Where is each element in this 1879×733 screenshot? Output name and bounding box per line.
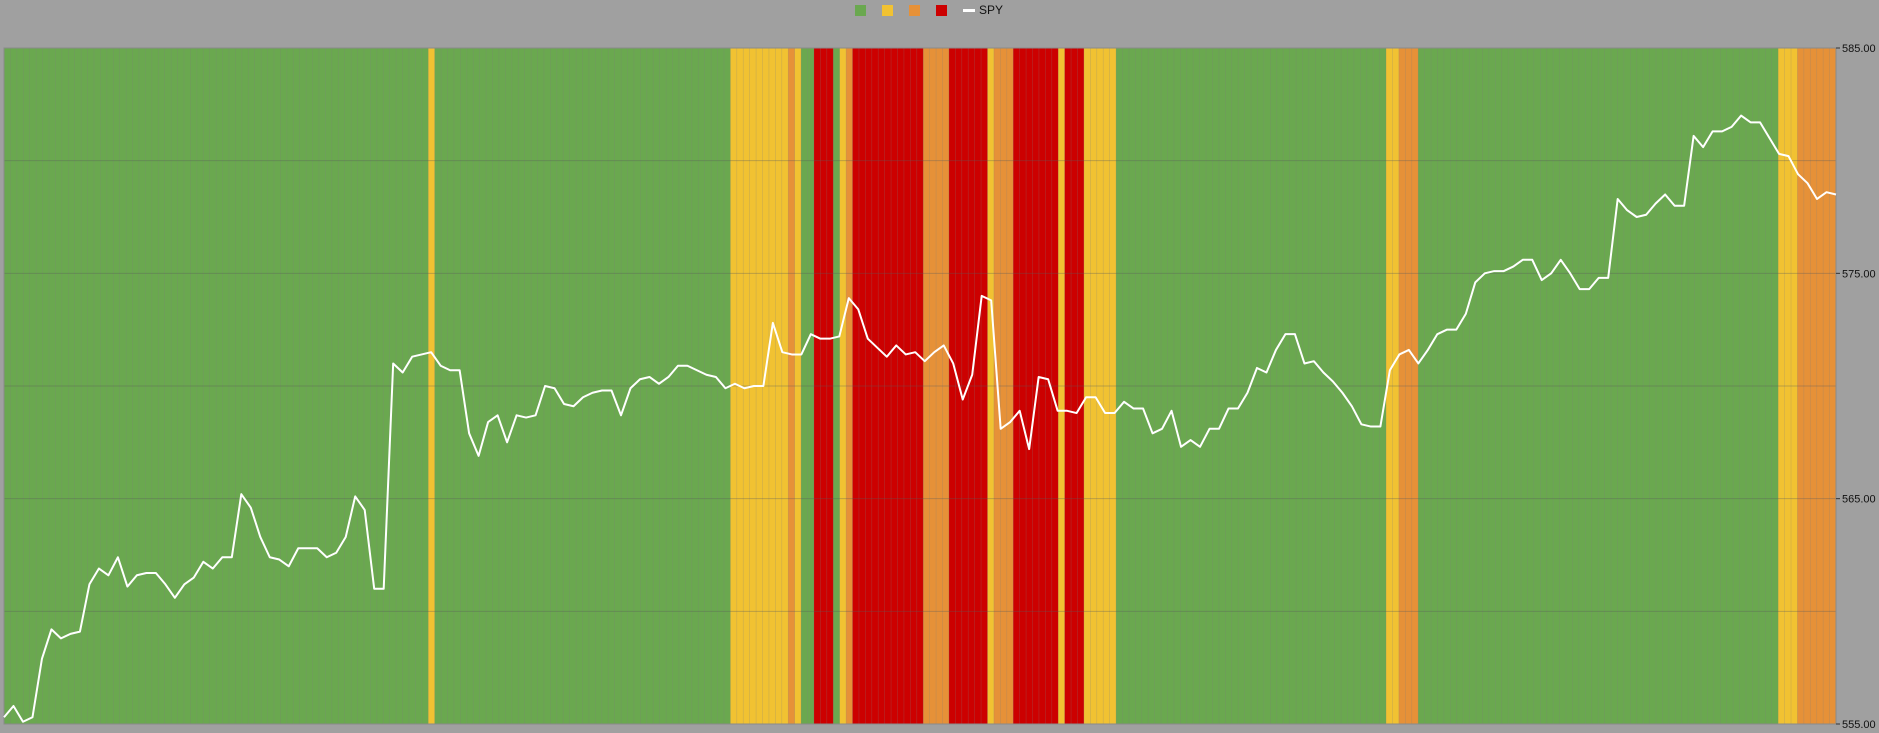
chart-root: SPY 585.00 575.00 565.00 555.00 xyxy=(0,0,1879,733)
y-tick-label: 585.00 xyxy=(1842,43,1876,55)
y-axis: 585.00 575.00 565.00 555.00 xyxy=(1836,43,1876,731)
y-tick-label: 555.00 xyxy=(1842,719,1876,731)
y-tick-label: 565.00 xyxy=(1842,494,1876,506)
chart-svg: 585.00 575.00 565.00 555.00 xyxy=(3,43,1876,731)
y-tick-label: 575.00 xyxy=(1842,268,1876,280)
